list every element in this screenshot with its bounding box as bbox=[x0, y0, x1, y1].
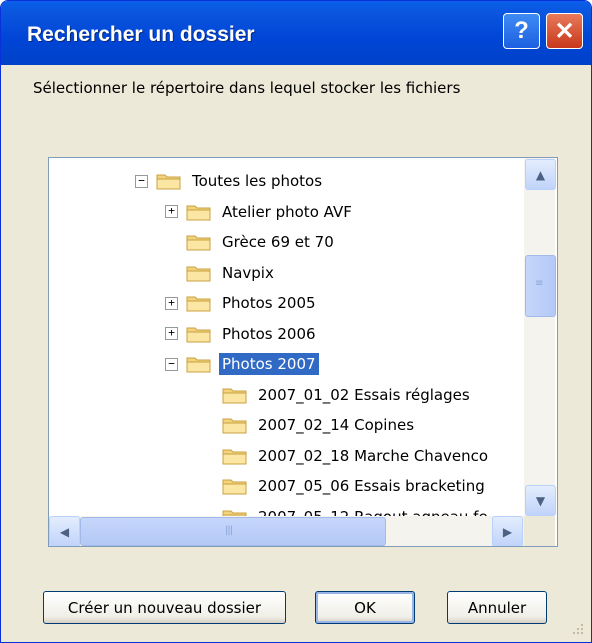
dialog-title: Rechercher un dossier bbox=[27, 23, 255, 46]
tree-item[interactable]: − Toutes les photos bbox=[135, 166, 325, 196]
tree-item[interactable]: + Photos 2006 bbox=[165, 319, 319, 349]
open-folder-icon bbox=[156, 171, 182, 191]
help-button[interactable]: ? bbox=[503, 13, 540, 49]
tree-item-label: 2007_05_12 Ragout agneau fe bbox=[255, 506, 491, 517]
horizontal-scroll-thumb[interactable]: ||| bbox=[80, 517, 386, 546]
cancel-button[interactable]: Annuler bbox=[447, 591, 547, 624]
folder-icon bbox=[222, 385, 248, 405]
tree-item[interactable]: 2007_02_14 Copines bbox=[222, 410, 417, 440]
tree-item[interactable]: 2007_05_12 Ragout agneau fe bbox=[222, 502, 491, 517]
folder-tree[interactable]: − Toutes les photos + Atelier photo AVF Grèc… bbox=[48, 157, 558, 547]
collapse-icon[interactable]: − bbox=[165, 357, 178, 371]
expand-icon[interactable]: + bbox=[165, 205, 178, 218]
expand-icon[interactable]: + bbox=[165, 296, 178, 310]
folder-icon bbox=[222, 415, 248, 435]
chevron-up-icon: ▲ bbox=[535, 167, 546, 182]
folder-icon bbox=[186, 232, 212, 252]
folder-icon bbox=[186, 324, 212, 344]
scroll-down-button[interactable]: ▼ bbox=[525, 485, 556, 516]
tree-item-label: Photos 2006 bbox=[222, 324, 316, 343]
tree-item[interactable]: Navpix bbox=[186, 258, 277, 288]
chevron-left-icon: ◀ bbox=[59, 524, 70, 539]
grip-icon: ||| bbox=[225, 525, 233, 536]
tree-item-label: 2007_02_14 Copines bbox=[258, 416, 415, 434]
tree-item-label: Grèce 69 et 70 bbox=[222, 233, 334, 251]
help-icon: ? bbox=[514, 17, 529, 44]
scroll-right-button[interactable]: ▶ bbox=[492, 516, 523, 546]
resize-grip-icon[interactable] bbox=[569, 620, 585, 636]
scroll-up-button[interactable]: ▲ bbox=[525, 159, 556, 190]
close-button[interactable]: ✕ bbox=[546, 13, 583, 49]
tree-item[interactable]: + Atelier photo AVF bbox=[165, 197, 355, 227]
new-folder-button[interactable]: Créer un nouveau dossier bbox=[43, 591, 286, 624]
ok-button[interactable]: OK bbox=[315, 591, 415, 624]
title-bar[interactable]: Rechercher un dossier ? ✕ bbox=[1, 1, 591, 65]
chevron-right-icon: ▶ bbox=[502, 524, 513, 539]
browse-folder-dialog: Rechercher un dossier ? ✕ Sélectionner l… bbox=[0, 0, 592, 643]
vertical-scroll-thumb[interactable]: ≡ bbox=[525, 255, 556, 317]
collapse-icon[interactable]: − bbox=[135, 174, 148, 188]
chevron-down-icon: ▼ bbox=[535, 493, 546, 508]
folder-icon bbox=[186, 202, 212, 222]
tree-item-label: Atelier photo AVF bbox=[222, 202, 352, 221]
folder-icon bbox=[186, 293, 212, 313]
tree-item[interactable]: − Photos 2007 bbox=[165, 349, 319, 379]
grip-icon: ≡ bbox=[535, 278, 543, 289]
close-icon: ✕ bbox=[554, 17, 575, 45]
tree-item[interactable]: 2007_05_06 Essais bracketing bbox=[222, 471, 488, 501]
folder-icon bbox=[222, 476, 248, 496]
tree-item-label: 2007_01_02 Essais réglages bbox=[258, 385, 470, 404]
scroll-left-button[interactable]: ◀ bbox=[49, 516, 80, 546]
tree-view[interactable]: − Toutes les photos + Atelier photo AVF Grèc… bbox=[49, 158, 524, 516]
folder-icon bbox=[222, 446, 248, 466]
tree-item[interactable]: Grèce 69 et 70 bbox=[186, 227, 337, 257]
horizontal-scrollbar[interactable]: ◀ ||| ▶ bbox=[49, 516, 524, 546]
dialog-description: Sélectionner le répertoire dans lequel s… bbox=[33, 79, 461, 97]
tree-item-label: Navpix bbox=[222, 263, 274, 282]
tree-item[interactable]: + Photos 2005 bbox=[165, 288, 319, 318]
open-folder-icon bbox=[186, 354, 212, 374]
tree-item-label: Toutes les photos bbox=[192, 172, 323, 190]
tree-item[interactable]: 2007_01_02 Essais réglages bbox=[222, 380, 473, 410]
folder-icon bbox=[186, 263, 212, 283]
vertical-scrollbar[interactable]: ▲ ≡ ▼ bbox=[524, 158, 556, 516]
tree-item-label: 2007_02_18 Marche Chavenco bbox=[258, 446, 489, 465]
scrollbar-corner bbox=[524, 516, 555, 546]
tree-item-label: 2007_05_06 Essais bracketing bbox=[258, 477, 485, 495]
tree-item[interactable]: 2007_02_18 Marche Chavenco bbox=[222, 441, 491, 471]
tree-item-label: Photos 2005 bbox=[222, 294, 316, 312]
tree-item-label: Photos 2007 bbox=[219, 353, 319, 375]
folder-icon bbox=[222, 507, 248, 516]
expand-icon[interactable]: + bbox=[165, 327, 178, 340]
